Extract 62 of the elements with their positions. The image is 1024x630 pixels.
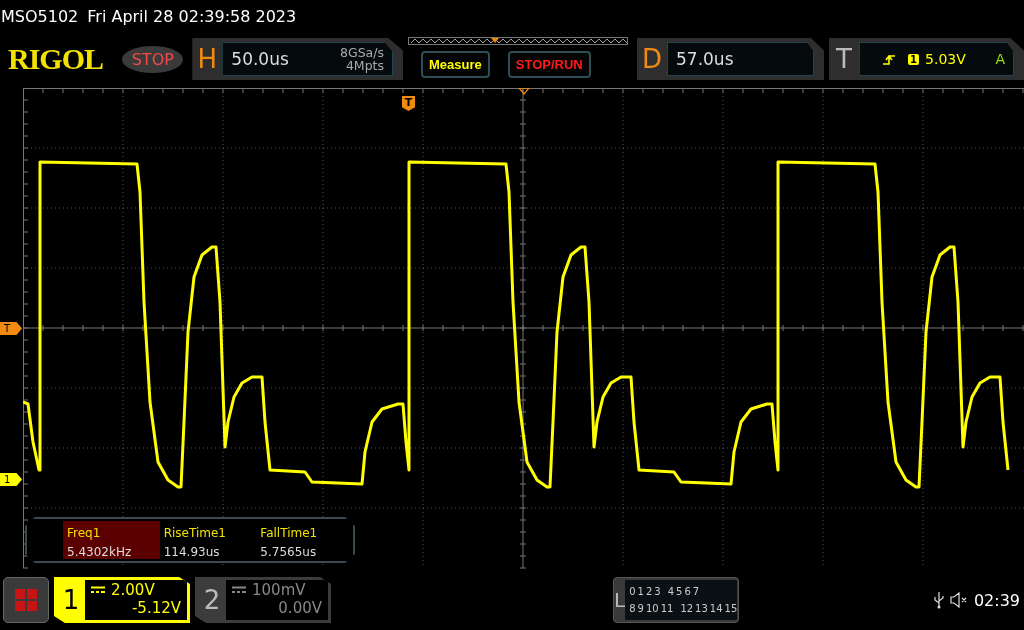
measurement-value: 5.7565us xyxy=(260,544,318,561)
usb-icon xyxy=(933,591,944,609)
menu-button[interactable] xyxy=(3,577,49,623)
memory-depth: 4Mpts xyxy=(345,59,384,72)
channel-button[interactable]: 1 2.00V -5.12V xyxy=(54,577,190,623)
channel-button[interactable]: 2 100mV 0.00V xyxy=(195,577,331,623)
logic-bit: 10 xyxy=(645,602,659,616)
channel-marker: 1 xyxy=(0,473,22,486)
logic-bit: 11 xyxy=(660,602,674,616)
measurement-name: RiseTime1 xyxy=(163,525,227,542)
rising-edge-icon xyxy=(882,53,897,65)
trigger-mode: A xyxy=(995,51,1005,67)
grid-menu-icon xyxy=(14,588,38,612)
dc-coupling-icon xyxy=(91,586,105,594)
logic-bit: 7 xyxy=(692,585,700,599)
measurement-value: 5.4302kHz xyxy=(67,544,133,561)
measurement-name: Freq1 xyxy=(67,525,102,542)
dc-coupling-icon xyxy=(232,586,246,594)
horizontal-panel[interactable]: H 50.0us 8GSa/s 4Mpts xyxy=(192,38,403,80)
trigger-position-marker: T xyxy=(402,96,415,111)
logic-bit: 14 xyxy=(709,602,723,616)
model-name: MSO5102 xyxy=(1,6,79,26)
horizontal-label: H xyxy=(196,44,219,74)
logic-bit: 5 xyxy=(676,585,683,599)
measurement-value: 114.93us xyxy=(163,544,221,561)
logic-bit: 15 xyxy=(724,602,738,616)
sample-rate: 8GSa/s xyxy=(340,46,384,59)
channel-scale: 2.00V xyxy=(111,581,155,599)
delay-panel[interactable]: D 57.0us xyxy=(637,38,825,80)
logic-bit: 13 xyxy=(695,602,708,616)
trigger-level: 5.03V xyxy=(925,51,966,67)
date-time: Fri April 28 02:39:58 2023 xyxy=(87,6,297,26)
measure-button[interactable]: Measure xyxy=(421,51,490,78)
trigger-level-marker: T xyxy=(0,322,22,335)
channel-scale: 100mV xyxy=(252,581,306,599)
channel-offset: -5.12V xyxy=(131,599,181,617)
measurement-cell[interactable]: Freq1 5.4302kHz xyxy=(63,521,160,559)
center-marker-icon xyxy=(517,88,531,95)
stop-run-button[interactable]: STOP/RUN xyxy=(507,51,591,78)
logic-bit: 1 xyxy=(637,585,644,599)
delay-label: D xyxy=(641,44,663,74)
logic-label: L xyxy=(614,588,626,612)
trigger-panel[interactable]: T 1 5.03V A xyxy=(829,38,1024,80)
logic-bit: 0 xyxy=(629,585,636,599)
measurement-name: FallTime1 xyxy=(260,525,319,542)
clock: 02:39 xyxy=(973,590,1020,610)
measurement-cell[interactable]: FallTime1 5.7565us xyxy=(256,521,353,559)
logic-bit: 12 xyxy=(680,602,694,616)
logic-bit: 8 xyxy=(629,602,636,616)
delay-value: 57.0us xyxy=(676,49,734,69)
speaker-muted-icon xyxy=(949,592,968,608)
trigger-label: T xyxy=(835,44,853,74)
logic-bit: 6 xyxy=(684,585,691,599)
logic-bit: 2 xyxy=(645,585,653,599)
trigger-source-badge: 1 xyxy=(908,53,920,65)
channel-offset: 0.00V xyxy=(278,599,322,617)
measurement-cell[interactable]: RiseTime1 114.93us xyxy=(159,521,257,559)
logic-bit: 9 xyxy=(637,602,644,616)
brand-logo: RIGOL xyxy=(8,42,105,76)
logic-bit: 4 xyxy=(667,585,675,599)
logic-bit: 3 xyxy=(654,585,661,599)
timebase-value: 50.0us xyxy=(231,49,289,69)
